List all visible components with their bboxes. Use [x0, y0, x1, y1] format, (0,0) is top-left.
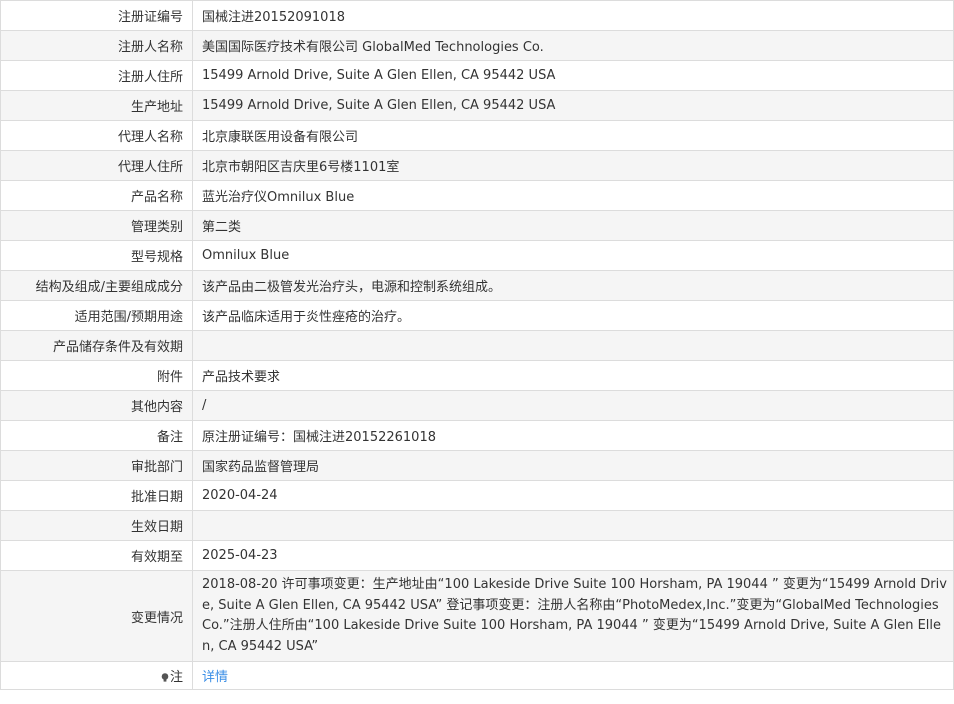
row-value: [192, 510, 954, 541]
row-label: 有效期至: [0, 540, 193, 571]
change-history-value: 2018-08-20 许可事项变更：生产地址由“100 Lakeside Dri…: [192, 570, 954, 662]
detail-table-body: 注册证编号 国械注进20152091018 注册人名称 美国国际医疗技术有限公司 G…: [0, 0, 954, 690]
note-row: 注 详情: [0, 661, 954, 690]
row-value: 15499 Arnold Drive, Suite A Glen Ellen, …: [192, 60, 954, 91]
row-value: 2025-04-23: [192, 540, 954, 571]
details-link[interactable]: 详情: [202, 670, 228, 685]
row-value: 产品技术要求: [192, 360, 954, 391]
row-label: 附件: [0, 360, 193, 391]
row-label: 审批部门: [0, 450, 193, 481]
table-row: 代理人名称 北京康联医用设备有限公司: [0, 120, 954, 151]
row-value: 国家药品监督管理局: [192, 450, 954, 481]
table-row: 备注 原注册证编号：国械注进20152261018: [0, 420, 954, 451]
row-label: 注册证编号: [0, 0, 193, 31]
table-row: 生效日期: [0, 510, 954, 541]
table-row: 管理类别 第二类: [0, 210, 954, 241]
table-row: 产品名称 蓝光治疗仪Omnilux Blue: [0, 180, 954, 211]
row-label: 代理人名称: [0, 120, 193, 151]
table-row: 审批部门 国家药品监督管理局: [0, 450, 954, 481]
row-label: 其他内容: [0, 390, 193, 421]
row-value: Omnilux Blue: [192, 240, 954, 271]
row-value: 北京市朝阳区吉庆里6号楼1101室: [192, 150, 954, 181]
row-label: 产品名称: [0, 180, 193, 211]
table-row: 生产地址 15499 Arnold Drive, Suite A Glen Ell…: [0, 90, 954, 121]
lightbulb-icon: [161, 673, 169, 682]
row-value: 国械注进20152091018: [192, 0, 954, 31]
row-value: 北京康联医用设备有限公司: [192, 120, 954, 151]
row-label: 产品储存条件及有效期: [0, 330, 193, 361]
row-label: 注册人名称: [0, 30, 193, 61]
row-label: 备注: [0, 420, 193, 451]
row-value: 2020-04-24: [192, 480, 954, 511]
change-history-label: 变更情况: [0, 570, 193, 662]
row-value: 原注册证编号：国械注进20152261018: [192, 420, 954, 451]
row-label: 注册人住所: [0, 60, 193, 91]
note-label: 注: [169, 670, 183, 685]
table-row: 附件 产品技术要求: [0, 360, 954, 391]
row-value: 该产品临床适用于炎性痤疮的治疗。: [192, 300, 954, 331]
table-row: 其他内容 /: [0, 390, 954, 421]
table-row: 产品储存条件及有效期: [0, 330, 954, 361]
row-label: 生产地址: [0, 90, 193, 121]
note-value-cell: 详情: [192, 661, 954, 690]
table-row: 批准日期 2020-04-24: [0, 480, 954, 511]
table-row: 注册证编号 国械注进20152091018: [0, 0, 954, 31]
change-history-row: 变更情况 2018-08-20 许可事项变更：生产地址由“100 Lakesid…: [0, 570, 954, 662]
row-label: 批准日期: [0, 480, 193, 511]
table-row: 结构及组成/主要组成成分 该产品由二极管发光治疗头，电源和控制系统组成。: [0, 270, 954, 301]
row-value: /: [192, 390, 954, 421]
table-row: 注册人住所 15499 Arnold Drive, Suite A Glen El…: [0, 60, 954, 91]
table-row: 有效期至 2025-04-23: [0, 540, 954, 571]
row-label: 型号规格: [0, 240, 193, 271]
note-label-cell: 注: [0, 661, 193, 690]
row-value: 15499 Arnold Drive, Suite A Glen Ellen, …: [192, 90, 954, 121]
row-value: [192, 330, 954, 361]
row-value: 该产品由二极管发光治疗头，电源和控制系统组成。: [192, 270, 954, 301]
row-label: 适用范围/预期用途: [0, 300, 193, 331]
table-row: 代理人住所 北京市朝阳区吉庆里6号楼1101室: [0, 150, 954, 181]
table-row: 注册人名称 美国国际医疗技术有限公司 GlobalMed Technologies…: [0, 30, 954, 61]
table-row: 适用范围/预期用途 该产品临床适用于炎性痤疮的治疗。: [0, 300, 954, 331]
row-label: 管理类别: [0, 210, 193, 241]
registration-detail-table: 注册证编号 国械注进20152091018 注册人名称 美国国际医疗技术有限公司 G…: [0, 0, 954, 690]
row-label: 代理人住所: [0, 150, 193, 181]
table-row: 型号规格 Omnilux Blue: [0, 240, 954, 271]
row-value: 蓝光治疗仪Omnilux Blue: [192, 180, 954, 211]
row-label: 生效日期: [0, 510, 193, 541]
row-label: 结构及组成/主要组成成分: [0, 270, 193, 301]
row-value: 美国国际医疗技术有限公司 GlobalMed Technologies Co.: [192, 30, 954, 61]
row-value: 第二类: [192, 210, 954, 241]
